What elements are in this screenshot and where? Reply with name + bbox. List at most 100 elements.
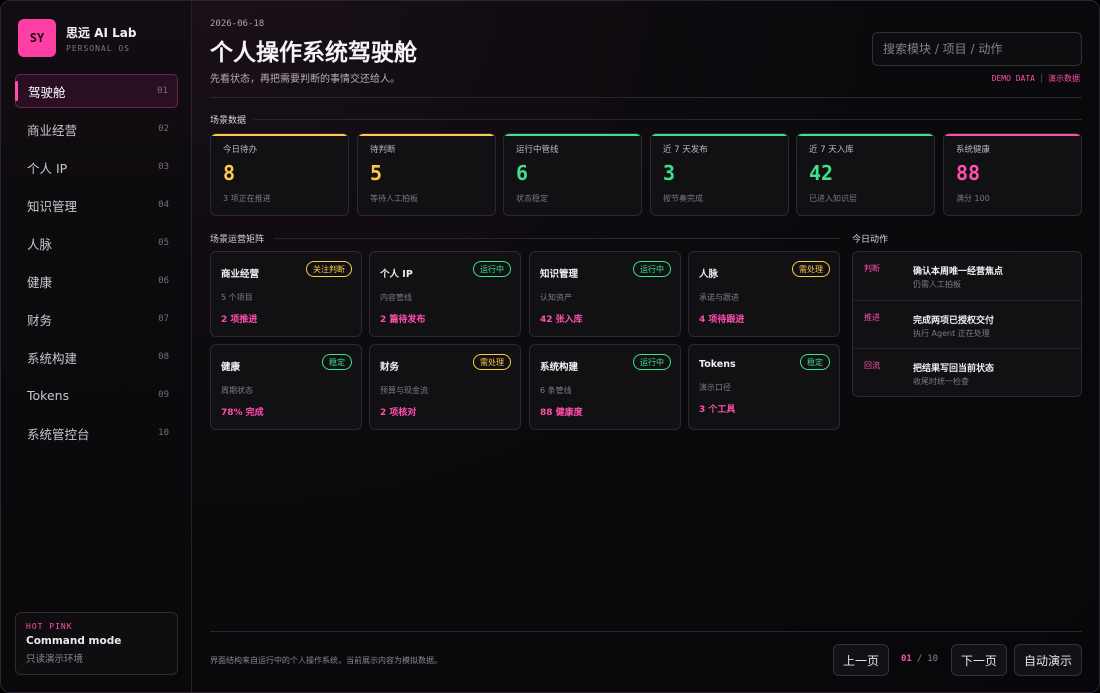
metric-label: 今日待办 <box>223 145 258 155</box>
header-date: 2026-06-18 <box>210 19 265 29</box>
metric-card-pipelines[interactable]: 运行中管线 6 状态稳定 <box>503 133 642 216</box>
sidebar-item-network[interactable]: 人脉 05 <box>15 226 178 260</box>
action-tag: 回流 <box>864 361 880 371</box>
scene-card-stat: 42 张入库 <box>540 315 583 325</box>
action-item[interactable]: 判断 确认本周唯一经营焦点 仍需人工拍板 <box>853 252 1081 301</box>
sidebar-item-label: 商业经营 <box>27 122 78 138</box>
scene-card-desc: 承诺与跟进 <box>699 293 739 302</box>
sidebar-item-number: 09 <box>158 390 169 400</box>
action-item[interactable]: 推进 完成两项已授权交付 执行 Agent 正在处理 <box>853 301 1081 350</box>
sidebar-item-tokens[interactable]: Tokens 09 <box>15 378 178 412</box>
scene-card-desc: 认知资产 <box>540 293 572 302</box>
scene-card-desc: 6 条管线 <box>540 386 572 395</box>
metric-subtext: 3 项正在推进 <box>223 194 271 203</box>
metric-value: 42 <box>809 161 834 185</box>
demo-data-tag: DEMO DATA 演示数据 <box>992 73 1080 84</box>
scene-card-network[interactable]: 人脉 需处理 承诺与跟进 4 项待跟进 <box>688 251 840 337</box>
today-actions-list: 判断 确认本周唯一经营焦点 仍需人工拍板 推进 完成两项已授权交付 执行 Age… <box>852 251 1082 397</box>
sidebar-item-health[interactable]: 健康 06 <box>15 264 178 298</box>
scene-card-stat: 4 项待跟进 <box>699 315 745 325</box>
brand-name: 思远 AI Lab <box>66 25 137 40</box>
metric-subtext: 按节奏完成 <box>663 194 703 203</box>
action-title: 确认本周唯一经营焦点 <box>913 267 1004 277</box>
action-subtext: 收尾时统一检查 <box>913 377 969 387</box>
current-page: 01 <box>901 654 912 664</box>
scene-card-desc: 内容管线 <box>380 293 412 302</box>
sidebar-item-label: 知识管理 <box>27 198 78 214</box>
scene-card-tokens[interactable]: Tokens 稳定 演示口径 3 个工具 <box>688 344 840 430</box>
scene-card-personal-ip[interactable]: 个人 IP 运行中 内容管线 2 篇待发布 <box>369 251 521 337</box>
search-box[interactable] <box>872 32 1082 66</box>
footer-divider <box>210 631 1082 632</box>
scene-card-finance[interactable]: 财务 需处理 预算与现金流 2 项核对 <box>369 344 521 430</box>
sidebar-item-number: 06 <box>158 276 169 286</box>
page-title: 个人操作系统驾驶舱 <box>210 40 417 66</box>
sidebar-item-knowledge[interactable]: 知识管理 04 <box>15 188 178 222</box>
sidebar-item-control-console[interactable]: 系统管控台 10 <box>15 416 178 450</box>
metric-card-ingested[interactable]: 近 7 天入库 42 已进入知识层 <box>796 133 935 216</box>
action-title: 完成两项已授权交付 <box>913 315 995 326</box>
metric-value: 3 <box>663 161 676 185</box>
scene-card-stat: 2 项核对 <box>380 408 417 418</box>
command-mode-tag: HOT PINK <box>26 622 73 631</box>
metric-label: 近 7 天发布 <box>663 145 708 155</box>
status-badge: 稳定 <box>322 354 352 370</box>
status-badge: 稳定 <box>800 354 830 370</box>
page-indicator: 01 / 10 <box>901 654 938 664</box>
sidebar-item-label: 健康 <box>27 274 53 290</box>
sidebar-item-cockpit[interactable]: 驾驶舱 01 <box>15 74 178 108</box>
scene-card-system-build[interactable]: 系统构建 运行中 6 条管线 88 健康度 <box>529 344 681 430</box>
demo-data-label-zh: 演示数据 <box>1048 74 1080 83</box>
action-tag: 判断 <box>864 264 880 273</box>
command-mode-subtitle: 只读演示环境 <box>26 654 84 665</box>
sidebar-item-business[interactable]: 商业经营 02 <box>15 112 178 146</box>
metric-value: 5 <box>370 161 383 185</box>
action-item[interactable]: 回流 把结果写回当前状态 收尾时统一检查 <box>853 349 1081 396</box>
sidebar-item-label: 系统构建 <box>27 350 78 366</box>
sidebar-nav: 驾驶舱 01 商业经营 02 个人 IP 03 知识管理 04 人脉 05 健康… <box>15 74 178 454</box>
metric-card-todo[interactable]: 今日待办 8 3 项正在推进 <box>210 133 349 216</box>
command-mode-title: Command mode <box>26 635 122 647</box>
next-page-button[interactable]: 下一页 <box>951 644 1007 676</box>
sidebar-item-personal-ip[interactable]: 个人 IP 03 <box>15 150 178 184</box>
metric-subtext: 已进入知识层 <box>809 194 857 203</box>
scene-card-health[interactable]: 健康 稳定 周期状态 78% 完成 <box>210 344 362 430</box>
action-tag: 推进 <box>864 312 880 322</box>
sidebar-item-number: 02 <box>158 124 169 134</box>
section-title-metrics: 场景数据 <box>210 116 247 126</box>
scene-card-desc: 演示口径 <box>699 383 731 392</box>
status-badge: 运行中 <box>633 261 671 277</box>
metric-card-system-health[interactable]: 系统健康 88 满分 100 <box>943 133 1082 216</box>
status-badge: 运行中 <box>473 261 511 277</box>
scene-card-stat: 3 个工具 <box>699 405 736 415</box>
metric-value: 88 <box>956 161 981 185</box>
section-divider <box>254 119 1082 120</box>
sidebar-item-finance[interactable]: 财务 07 <box>15 302 178 336</box>
sidebar-item-number: 04 <box>158 200 169 210</box>
page-subtitle: 先看状态，再把需要判断的事情交还给人。 <box>210 74 400 85</box>
scene-card-knowledge[interactable]: 知识管理 运行中 认知资产 42 张入库 <box>529 251 681 337</box>
command-mode-panel: HOT PINK Command mode 只读演示环境 <box>15 612 178 675</box>
status-badge: 关注判断 <box>306 261 352 277</box>
sidebar-item-number: 05 <box>158 238 169 248</box>
scene-card-desc: 周期状态 <box>221 386 253 395</box>
metric-card-pending-decision[interactable]: 待判断 5 等待人工拍板 <box>357 133 496 216</box>
auto-demo-button[interactable]: 自动演示 <box>1014 644 1082 676</box>
sidebar-item-label: 个人 IP <box>27 160 68 176</box>
sidebar-item-label: 系统管控台 <box>27 426 90 442</box>
metric-card-published[interactable]: 近 7 天发布 3 按节奏完成 <box>650 133 789 216</box>
metric-subtext: 状态稳定 <box>516 194 548 203</box>
sidebar-item-number: 07 <box>158 314 169 324</box>
metric-label: 系统健康 <box>956 145 991 155</box>
demo-data-label-en: DEMO DATA <box>991 74 1035 83</box>
brand[interactable]: SY 思远 AI Lab PERSONAL OS <box>18 19 136 57</box>
section-title-actions: 今日动作 <box>852 235 889 245</box>
scene-card-business[interactable]: 商业经营 关注判断 5 个项目 2 项推进 <box>210 251 362 337</box>
section-title-matrix: 场景运营矩阵 <box>210 235 265 245</box>
sidebar-item-label: 驾驶舱 <box>28 84 66 100</box>
sidebar-item-system-build[interactable]: 系统构建 08 <box>15 340 178 374</box>
search-input[interactable] <box>883 42 1071 56</box>
action-title: 把结果写回当前状态 <box>913 364 995 375</box>
metric-label: 近 7 天入库 <box>809 145 854 155</box>
prev-page-button[interactable]: 上一页 <box>833 644 889 676</box>
